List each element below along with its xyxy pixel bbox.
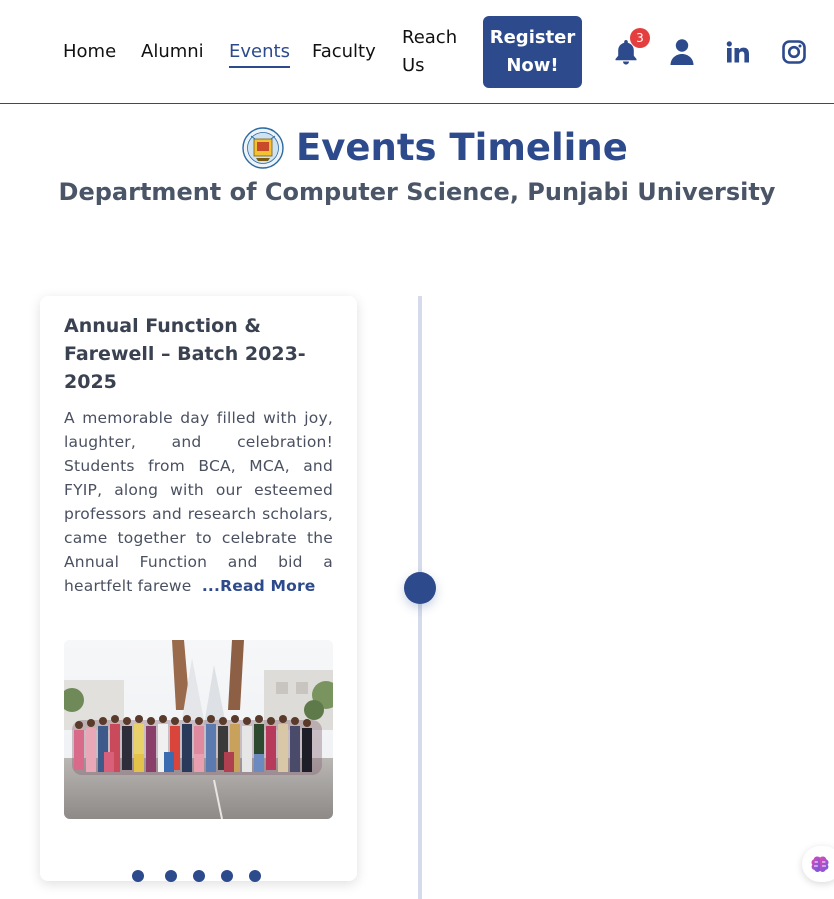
nav-faculty[interactable]: Faculty <box>312 38 376 66</box>
user-icon[interactable] <box>669 38 695 66</box>
event-description: A memorable day filled with joy, laughte… <box>64 406 333 598</box>
navbar: Home Alumni Events Faculty Reach Us Regi… <box>0 0 834 104</box>
nav-alumni[interactable]: Alumni <box>141 38 204 66</box>
timeline-marker <box>404 572 436 604</box>
event-card: Annual Function & Farewell – Batch 2023-… <box>40 296 357 882</box>
nav-events[interactable]: Events <box>229 38 290 68</box>
notification-badge: 3 <box>630 28 650 48</box>
instagram-icon[interactable] <box>782 40 806 64</box>
brain-icon <box>811 856 829 872</box>
page-subtitle: Department of Computer Science, Punjabi … <box>58 178 776 206</box>
carousel-dot-3[interactable] <box>193 870 205 882</box>
carousel-dot-1[interactable] <box>132 870 144 882</box>
carousel-dot-2[interactable] <box>165 870 177 882</box>
carousel-dot-4[interactable] <box>221 870 233 882</box>
event-photo[interactable] <box>64 640 333 819</box>
page-title: Events Timeline <box>296 126 628 169</box>
nav-reach-us[interactable]: Reach Us <box>402 24 472 80</box>
read-more-link[interactable]: ...Read More <box>202 577 316 595</box>
register-button[interactable]: Register Now! <box>483 16 582 88</box>
ai-assistant-button[interactable] <box>802 846 834 882</box>
linkedin-icon[interactable] <box>726 41 750 63</box>
event-description-text: A memorable day filled with joy, laughte… <box>64 409 333 595</box>
carousel-dot-5[interactable] <box>249 870 261 882</box>
university-emblem-icon <box>242 127 284 169</box>
event-title: Annual Function & Farewell – Batch 2023-… <box>64 315 306 393</box>
nav-home[interactable]: Home <box>63 38 116 66</box>
